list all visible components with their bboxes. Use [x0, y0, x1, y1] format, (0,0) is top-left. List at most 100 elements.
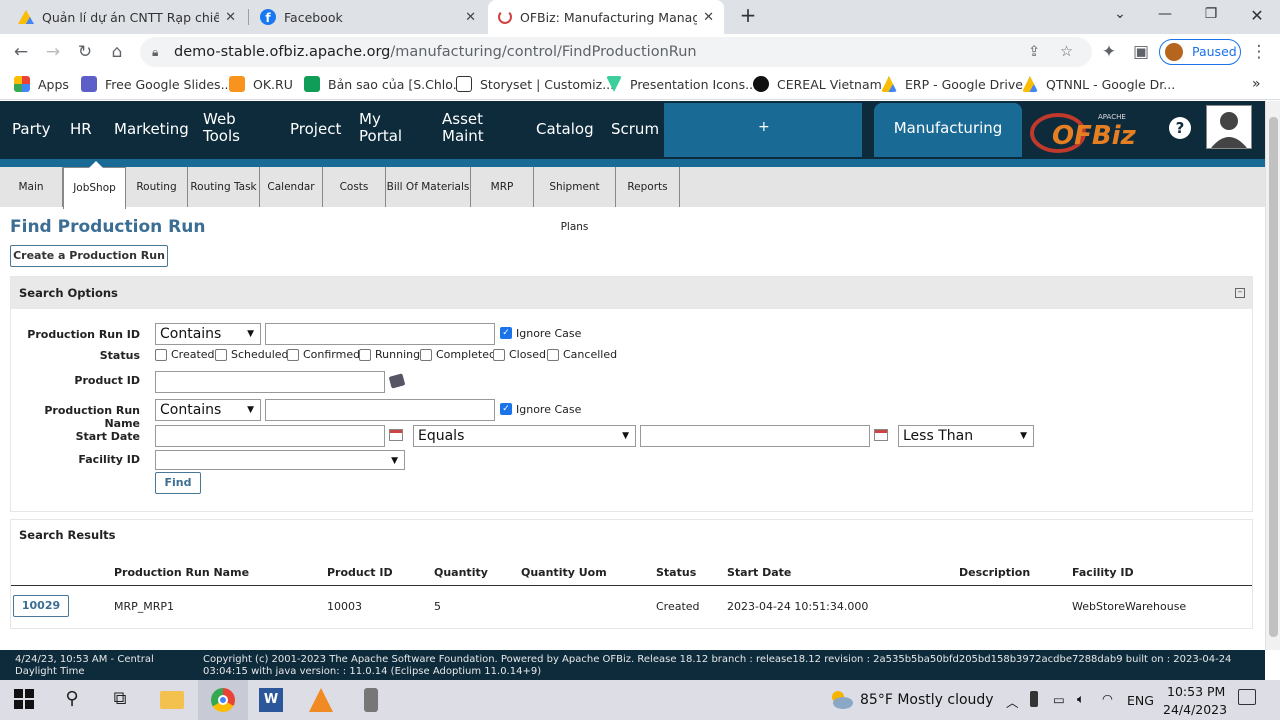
wifi-icon[interactable]: ◠: [1102, 691, 1113, 706]
address-bar[interactable]: 🔒︎ demo-stable.ofbiz.apache.org/manufact…: [140, 37, 1092, 67]
status-created-checkbox[interactable]: [155, 349, 167, 361]
menu-icon[interactable]: ⋮: [1246, 39, 1272, 65]
sidepanel-icon[interactable]: ▣: [1128, 39, 1154, 65]
production-run-name-input[interactable]: [265, 399, 495, 421]
window-close-icon[interactable]: ✕: [1242, 6, 1272, 25]
facility-id-select[interactable]: ▼: [155, 450, 405, 470]
back-icon[interactable]: ←: [8, 39, 34, 65]
tab-mrp[interactable]: MRP: [471, 167, 534, 207]
bookmark-item[interactable]: Storyset | Customiz...: [456, 76, 614, 92]
browser-tab[interactable]: f Facebook ✕: [250, 0, 486, 34]
tab-reports[interactable]: Reports: [616, 167, 680, 207]
run-id-operator-select[interactable]: Contains ▼: [155, 323, 261, 345]
clock-date[interactable]: 24/4/2023: [1163, 702, 1227, 717]
tab-routing-task[interactable]: Routing Task: [188, 167, 260, 207]
tab-calendar[interactable]: Calendar: [260, 167, 323, 207]
browser-tab[interactable]: Quản lí dự án CNTT Rạp chiếu CGV ✕: [8, 0, 246, 34]
close-icon[interactable]: ✕: [465, 10, 476, 25]
status-completed-checkbox[interactable]: [420, 349, 432, 361]
start-date-from-operator-select[interactable]: Equals ▼: [413, 425, 636, 447]
scrollbar-thumb[interactable]: [1269, 117, 1278, 637]
status-closed-checkbox[interactable]: [493, 349, 505, 361]
tab-costs[interactable]: Costs: [323, 167, 386, 207]
ignore-case-checkbox[interactable]: ✓: [500, 327, 512, 339]
vlc-icon[interactable]: [309, 688, 333, 712]
product-id-input[interactable]: [155, 371, 385, 393]
minimize-icon[interactable]: —: [1150, 6, 1180, 22]
language-indicator[interactable]: ENG: [1127, 693, 1154, 708]
calendar-icon[interactable]: [389, 429, 403, 441]
status-running-checkbox[interactable]: [359, 349, 371, 361]
bookmark-item[interactable]: Presentation Icons...: [606, 76, 757, 92]
usb-tray-icon[interactable]: [1030, 691, 1038, 707]
profile-button[interactable]: Paused: [1159, 39, 1241, 65]
add-app-button[interactable]: +: [664, 103, 862, 157]
tab-routing[interactable]: Routing: [126, 167, 188, 207]
status-cancelled-checkbox[interactable]: [547, 349, 559, 361]
windows-start-icon[interactable]: [13, 688, 37, 712]
reload-icon[interactable]: ↻: [72, 39, 98, 65]
bookmark-item[interactable]: Bản sao của [S.Chlo...: [304, 76, 465, 92]
star-icon[interactable]: ☆: [1060, 37, 1073, 67]
production-run-id-input[interactable]: [265, 323, 495, 345]
restore-icon[interactable]: ❐: [1196, 6, 1226, 22]
battery-icon[interactable]: ▭: [1053, 692, 1065, 707]
word-icon[interactable]: W: [259, 688, 283, 712]
nav-project[interactable]: Project: [290, 121, 341, 138]
usb-app-icon[interactable]: [364, 688, 378, 712]
bookmark-item[interactable]: Free Google Slides...: [81, 76, 233, 92]
tab-bill-of-materials[interactable]: Bill Of Materials: [386, 167, 471, 207]
bookmark-item[interactable]: QTNNL - Google Dr...: [1022, 76, 1175, 92]
nav-catalog[interactable]: Catalog: [536, 121, 594, 138]
home-icon[interactable]: ⌂: [104, 39, 130, 65]
calendar-icon[interactable]: [874, 429, 888, 441]
tab-jobshop[interactable]: JobShop: [63, 167, 126, 209]
file-explorer-icon[interactable]: [160, 691, 184, 709]
extensions-icon[interactable]: ✦: [1096, 39, 1122, 65]
nav-my-portal[interactable]: My Portal: [359, 111, 407, 145]
bookmark-item[interactable]: Apps: [14, 76, 69, 92]
new-tab-icon[interactable]: +: [733, 3, 763, 27]
help-icon[interactable]: ?: [1169, 117, 1191, 139]
start-date-thru-operator-select[interactable]: Less Than ▼: [898, 425, 1034, 447]
weather-icon[interactable]: [828, 688, 853, 710]
share-icon[interactable]: ⇪: [1028, 37, 1040, 67]
run-name-operator-select[interactable]: Contains ▼: [155, 399, 261, 421]
task-view-icon[interactable]: ⧉: [108, 688, 132, 712]
weather-text[interactable]: 85°F Mostly cloudy: [860, 692, 994, 708]
more-bookmarks-icon[interactable]: »: [1252, 76, 1261, 92]
search-icon[interactable]: ⚲: [60, 688, 84, 712]
find-button[interactable]: Find: [155, 472, 201, 494]
bookmark-item[interactable]: ERP - Google Drive: [881, 76, 1023, 92]
ignore-case-checkbox[interactable]: ✓: [500, 403, 512, 415]
notifications-icon[interactable]: [1238, 689, 1256, 705]
user-avatar[interactable]: [1206, 105, 1252, 149]
bookmark-item[interactable]: CEREAL Vietnam: [753, 76, 882, 92]
production-run-id-link[interactable]: 10029: [13, 595, 69, 617]
nav-asset-maint[interactable]: Asset Maint: [442, 111, 492, 145]
clock-time[interactable]: 10:53 PM: [1167, 684, 1225, 699]
tab-shipment-plans[interactable]: Shipment Plans: [534, 167, 616, 233]
create-production-run-button[interactable]: Create a Production Run: [10, 245, 168, 267]
browser-tab-active[interactable]: OFBiz: Manufacturing Manager: Find Produ…: [488, 0, 724, 34]
status-confirmed-checkbox[interactable]: [287, 349, 299, 361]
nav-scrum[interactable]: Scrum: [611, 121, 659, 138]
nav-manufacturing-active[interactable]: Manufacturing: [874, 103, 1022, 157]
close-icon[interactable]: ✕: [703, 10, 714, 25]
close-icon[interactable]: ✕: [225, 10, 236, 25]
page-scrollbar[interactable]: [1265, 101, 1280, 650]
nav-hr[interactable]: HR: [70, 121, 92, 138]
nav-party[interactable]: Party: [12, 121, 51, 138]
forward-icon[interactable]: →: [40, 39, 66, 65]
bookmark-item[interactable]: OK.RU: [229, 76, 293, 92]
start-date-thru-input[interactable]: [640, 425, 870, 447]
chevron-up-icon[interactable]: ︿: [1006, 692, 1019, 711]
volume-icon[interactable]: 🔈︎: [1077, 691, 1085, 707]
nav-marketing[interactable]: Marketing: [114, 121, 189, 138]
chrome-icon[interactable]: [211, 688, 235, 712]
nav-web-tools[interactable]: Web Tools: [203, 111, 253, 145]
collapse-icon[interactable]: –: [1235, 288, 1245, 298]
status-scheduled-checkbox[interactable]: [215, 349, 227, 361]
chevron-down-icon[interactable]: ⌄: [1105, 6, 1135, 22]
tab-main[interactable]: Main: [0, 167, 63, 207]
